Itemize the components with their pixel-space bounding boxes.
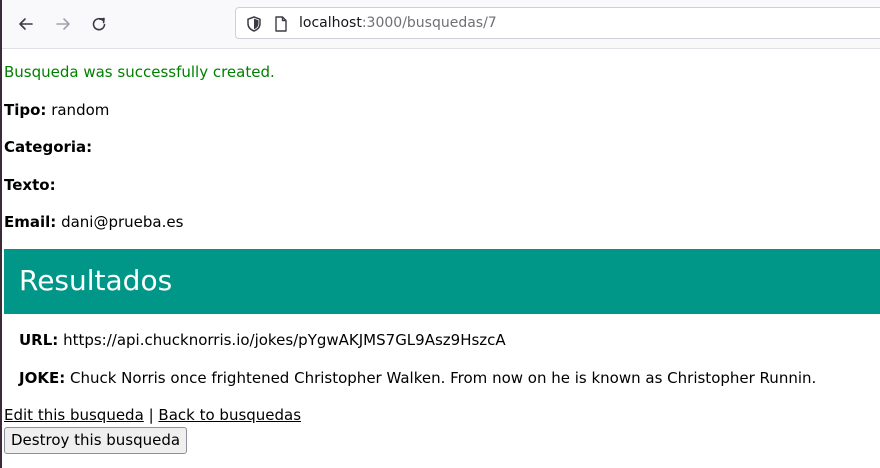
url-host: localhost <box>299 15 362 31</box>
destroy-button[interactable]: Destroy this busqueda <box>4 427 188 454</box>
notice-message: Busqueda was successfully created. <box>4 63 275 81</box>
tipo-value: random <box>51 101 110 119</box>
browser-toolbar: localhost:3000/busquedas/7 <box>2 0 880 49</box>
joke-value: Chuck Norris once frightened Christopher… <box>69 369 817 387</box>
result-url: URL: https://api.chucknorris.io/jokes/pY… <box>19 331 506 349</box>
results-title: Resultados <box>19 264 173 297</box>
joke-label: JOKE: <box>19 369 66 387</box>
email-label: Email: <box>4 213 57 231</box>
shield-icon[interactable] <box>245 15 263 33</box>
field-tipo: Tipo: random <box>4 101 109 119</box>
url-path: :3000/busquedas/7 <box>361 15 497 31</box>
page-content: Busqueda was successfully created. Tipo:… <box>0 49 880 468</box>
reload-button[interactable] <box>85 10 113 38</box>
email-value: dani@prueba.es <box>61 213 184 231</box>
browser-window: localhost:3000/busquedas/7 Busqueda was … <box>0 0 880 468</box>
reload-icon <box>92 17 106 31</box>
action-links: Edit this busqueda | Back to busquedas <box>4 406 301 424</box>
edit-link[interactable]: Edit this busqueda <box>4 406 144 424</box>
texto-label: Texto: <box>4 176 56 194</box>
page-icon <box>275 16 287 32</box>
link-separator: | <box>148 406 154 424</box>
url-label: URL: <box>19 331 59 349</box>
back-button[interactable] <box>12 10 40 38</box>
field-texto: Texto: <box>4 176 56 194</box>
result-joke: JOKE: Chuck Norris once frightened Chris… <box>19 369 816 387</box>
url-text[interactable]: localhost:3000/busquedas/7 <box>299 15 497 32</box>
address-bar[interactable]: localhost:3000/busquedas/7 <box>235 7 880 39</box>
back-link[interactable]: Back to busquedas <box>158 406 301 424</box>
results-header: Resultados <box>4 249 880 314</box>
field-categoria: Categoria: <box>4 138 92 156</box>
arrow-left-icon <box>19 18 33 30</box>
arrow-right-icon <box>56 18 70 30</box>
tipo-label: Tipo: <box>4 101 47 119</box>
url-value: https://api.chucknorris.io/jokes/pYgwAKJ… <box>63 331 506 349</box>
field-email: Email: dani@prueba.es <box>4 213 183 231</box>
categoria-label: Categoria: <box>4 138 93 156</box>
forward-button[interactable] <box>49 10 77 38</box>
